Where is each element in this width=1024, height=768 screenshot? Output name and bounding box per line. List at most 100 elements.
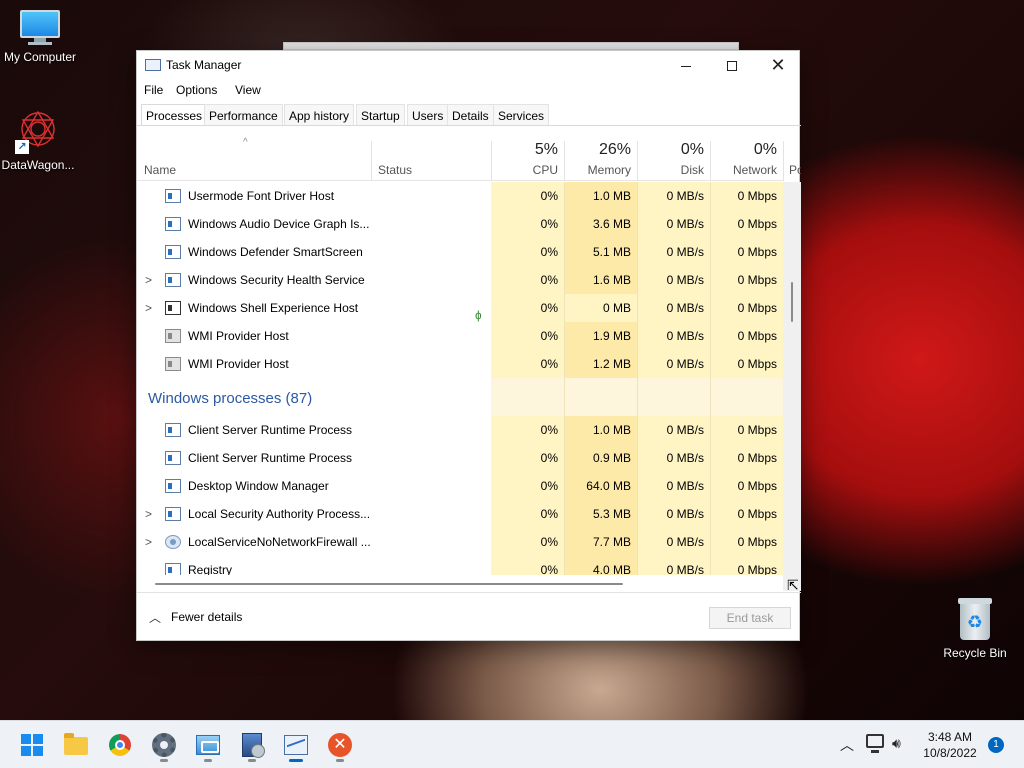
cpu-value: 0%	[491, 500, 564, 528]
recycle-bin-icon: ♻	[956, 598, 994, 642]
background-window-edge[interactable]	[283, 42, 739, 50]
column-divider	[564, 182, 565, 575]
title-bar[interactable]: Task Manager ✕	[137, 51, 799, 79]
process-name: Windows Defender SmartScreen	[188, 245, 363, 259]
desktop-icon-my-computer[interactable]: My Computer	[0, 10, 80, 64]
network-value: 0 Mbps	[711, 210, 783, 238]
active-indicator	[289, 759, 303, 762]
memory-value: 1.9 MB	[565, 322, 637, 350]
minimize-button[interactable]	[663, 51, 709, 79]
table-row[interactable]: WMI Provider Host 0% 1.9 MB 0 MB/s 0 Mbp…	[137, 322, 783, 350]
table-row[interactable]: Windows Defender SmartScreen 0% 5.1 MB 0…	[137, 238, 783, 266]
table-row[interactable]: > Windows Security Health Service 0% 1.6…	[137, 266, 783, 294]
vertical-scroll-thumb[interactable]	[791, 282, 793, 322]
menu-view[interactable]: View	[235, 83, 261, 97]
column-header-status[interactable]: Status	[371, 127, 491, 181]
tab-app-history[interactable]: App history	[284, 104, 355, 126]
process-name: Usermode Font Driver Host	[188, 189, 335, 203]
column-header-power[interactable]: Po	[783, 127, 801, 181]
horizontal-scroll-thumb[interactable]	[155, 583, 623, 585]
process-list: Usermode Font Driver Host 0% 1.0 MB 0 MB…	[137, 182, 783, 575]
column-header-disk[interactable]: 0% Disk	[637, 127, 710, 181]
expand-chevron-icon[interactable]: >	[145, 500, 152, 528]
tab-startup[interactable]: Startup	[356, 104, 405, 126]
network-icon[interactable]	[866, 734, 884, 753]
column-network-label: Network	[732, 163, 777, 177]
tab-services[interactable]: Services	[493, 104, 550, 126]
table-row[interactable]: > LocalServiceNoNetworkFirewall ... 0% 7…	[137, 528, 783, 556]
cpu-value: 0%	[491, 238, 564, 266]
menu-options[interactable]: Options	[176, 83, 217, 97]
desktop-icon-recycle-bin[interactable]: ♻ Recycle Bin	[935, 598, 1015, 660]
chevron-up-icon: ︿	[149, 611, 162, 625]
start-button[interactable]	[16, 729, 48, 761]
tab-details[interactable]: Details	[447, 104, 494, 126]
running-indicator	[336, 759, 344, 762]
disk-total-percent: 0%	[680, 141, 704, 158]
fewer-details-label: Fewer details	[171, 610, 243, 624]
network-value: 0 Mbps	[711, 444, 783, 472]
process-icon	[165, 423, 181, 437]
table-row[interactable]: Windows Audio Device Graph Is... 0% 3.6 …	[137, 210, 783, 238]
taskbar-task-manager[interactable]	[280, 729, 312, 762]
taskbar-control-panel[interactable]	[192, 729, 224, 762]
column-header-network[interactable]: 0% Network	[710, 127, 783, 181]
table-row[interactable]: WMI Provider Host 0% 1.2 MB 0 MB/s 0 Mbp…	[137, 350, 783, 378]
memory-value: 7.7 MB	[565, 528, 637, 556]
windows-logo-icon	[21, 734, 43, 756]
expand-chevron-icon[interactable]: >	[145, 528, 152, 556]
cpu-value: 0%	[491, 350, 564, 378]
process-icon	[165, 245, 181, 259]
expand-chevron-icon[interactable]: >	[145, 294, 152, 322]
taskbar-chrome[interactable]	[104, 729, 136, 761]
tab-processes[interactable]: Processes	[141, 104, 208, 126]
taskbar-settings[interactable]	[148, 729, 180, 762]
expand-chevron-icon[interactable]: >	[145, 266, 152, 294]
desktop-icon-label: Recycle Bin	[943, 646, 1007, 660]
horizontal-scrollbar[interactable]	[137, 575, 783, 591]
group-header-windows-processes[interactable]: Windows processes (87)	[137, 378, 783, 416]
clock[interactable]: 3:48 AM 10/8/2022	[915, 729, 985, 761]
maximize-button[interactable]	[709, 51, 755, 79]
gear-icon	[165, 535, 181, 549]
memory-value: 4.0 MB	[565, 556, 637, 575]
desktop-icon-datawagon[interactable]: ↗ DataWagon...	[0, 108, 78, 172]
cpu-value: 0%	[491, 472, 564, 500]
table-row[interactable]: > Windows Shell Experience Host ɸ 0% 0 M…	[137, 294, 783, 322]
memory-value: 3.6 MB	[565, 210, 637, 238]
cpu-value: 0%	[491, 556, 564, 575]
network-value: 0 Mbps	[711, 238, 783, 266]
table-row[interactable]: Usermode Font Driver Host 0% 1.0 MB 0 MB…	[137, 182, 783, 210]
column-header-memory[interactable]: 26% Memory	[564, 127, 637, 181]
process-name: Windows Audio Device Graph Is...	[188, 217, 370, 231]
gear-icon	[152, 733, 176, 757]
disk-value: 0 MB/s	[638, 416, 710, 444]
column-divider	[710, 182, 711, 575]
tab-users[interactable]: Users	[407, 104, 449, 126]
table-row[interactable]: Client Server Runtime Process 0% 1.0 MB …	[137, 416, 783, 444]
close-button[interactable]: ✕	[755, 51, 801, 79]
network-value: 0 Mbps	[711, 294, 783, 322]
task-manager-icon	[284, 735, 308, 755]
taskbar-network-tool[interactable]	[236, 729, 268, 762]
column-header-cpu[interactable]: 5% CPU	[491, 127, 564, 181]
vertical-scrollbar[interactable]	[783, 182, 801, 575]
tab-strip: Processes Performance App history Startu…	[141, 104, 801, 126]
disk-value: 0 MB/s	[638, 238, 710, 266]
taskbar-x-app[interactable]: ✕	[324, 729, 356, 762]
sort-ascending-icon: ^	[243, 137, 248, 148]
process-icon	[165, 217, 181, 231]
table-row[interactable]: Client Server Runtime Process 0% 0.9 MB …	[137, 444, 783, 472]
taskbar-file-explorer[interactable]	[60, 729, 92, 761]
menu-file[interactable]: File	[144, 83, 163, 97]
table-row[interactable]: Registry 0% 4.0 MB 0 MB/s 0 Mbps	[137, 556, 783, 575]
volume-icon[interactable]: 🔊︎	[892, 735, 901, 768]
table-row[interactable]: > Local Security Authority Process... 0%…	[137, 500, 783, 528]
end-task-button[interactable]: End task	[709, 607, 791, 629]
clock-date: 10/8/2022	[923, 746, 977, 760]
column-header-name[interactable]: ^ Name	[137, 127, 371, 181]
tab-performance[interactable]: Performance	[204, 104, 283, 126]
show-hidden-icons-chevron-icon[interactable]: ︿	[840, 735, 854, 768]
table-row[interactable]: Desktop Window Manager 0% 64.0 MB 0 MB/s…	[137, 472, 783, 500]
notification-badge[interactable]: 1	[988, 737, 1004, 753]
